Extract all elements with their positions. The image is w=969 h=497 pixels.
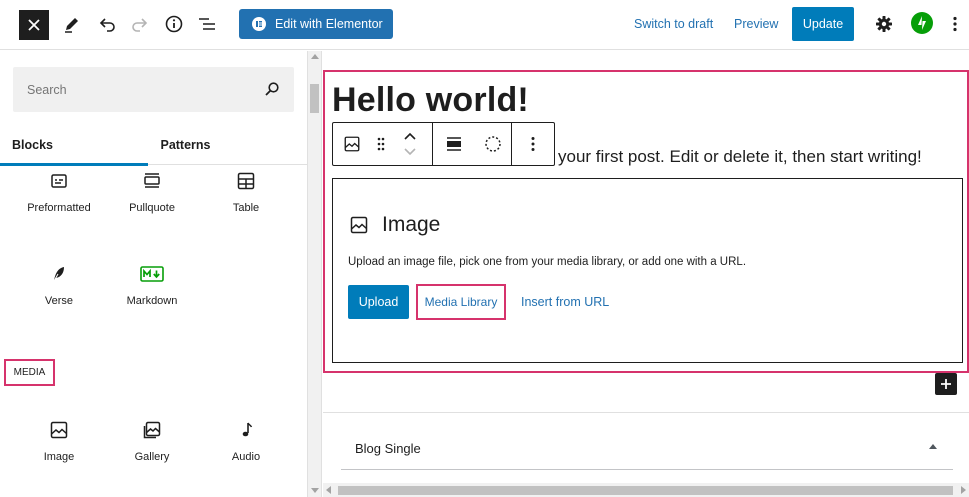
- markdown-icon: [140, 266, 164, 282]
- block-gallery[interactable]: Gallery: [106, 418, 198, 488]
- paragraph-block[interactable]: your first post. Edit or delete it, then…: [558, 147, 922, 167]
- block-label: Pullquote: [129, 202, 175, 214]
- chevron-up-icon[interactable]: [929, 444, 937, 449]
- block-markdown[interactable]: Markdown: [106, 262, 198, 332]
- table-icon: [237, 172, 255, 190]
- scroll-left-arrow[interactable]: [326, 486, 331, 494]
- image-block-instructions: Upload an image file, pick one from your…: [348, 256, 747, 268]
- update-button[interactable]: Update: [792, 7, 854, 41]
- horizontal-scrollbar[interactable]: [323, 483, 969, 497]
- add-block-button[interactable]: [935, 373, 957, 395]
- block-toolbar: [332, 122, 555, 166]
- block-audio[interactable]: Audio: [200, 418, 292, 488]
- upload-button[interactable]: Upload: [348, 285, 409, 319]
- block-image[interactable]: Image: [13, 418, 105, 488]
- switch-to-draft-button[interactable]: Switch to draft: [634, 17, 713, 31]
- image-block-placeholder: Image Upload an image file, pick one fro…: [332, 178, 963, 363]
- move-up-down-buttons[interactable]: [395, 123, 425, 165]
- block-label: Audio: [231, 451, 261, 463]
- tab-blocks[interactable]: Blocks: [0, 125, 148, 166]
- block-verse[interactable]: Verse: [13, 262, 105, 332]
- block-table[interactable]: Table: [200, 169, 292, 239]
- more-vertical-icon: [531, 137, 535, 151]
- list-view-icon: [199, 18, 215, 30]
- inserter-search: [13, 67, 294, 112]
- scroll-right-arrow[interactable]: [961, 486, 966, 494]
- pullquote-icon: [144, 173, 160, 188]
- undo-icon: [99, 18, 115, 32]
- inserter-tabs: Blocks Patterns: [0, 125, 307, 166]
- align-none-icon: [447, 137, 461, 151]
- scrollbar-thumb[interactable]: [338, 486, 953, 495]
- block-type-button[interactable]: [333, 123, 371, 165]
- preformatted-icon: [51, 174, 67, 188]
- jetpack-icon: [918, 16, 926, 30]
- gallery-icon: [143, 421, 161, 439]
- elementor-logo-icon: [252, 17, 266, 31]
- sidebar-scrollbar[interactable]: [308, 51, 322, 497]
- tab-patterns-label: Patterns: [160, 138, 211, 152]
- block-inserter-panel: Blocks Patterns Preformatted Pullquote T…: [0, 51, 308, 497]
- preview-button[interactable]: Preview: [734, 17, 778, 31]
- image-icon: [344, 136, 360, 152]
- gear-icon: [876, 16, 892, 32]
- info-icon: [165, 15, 183, 33]
- search-input[interactable]: [13, 67, 253, 112]
- close-icon: [28, 19, 40, 31]
- block-label: Gallery: [134, 451, 170, 463]
- duotone-icon: [485, 136, 501, 152]
- drag-handle-icon: [377, 137, 385, 151]
- scroll-up-arrow[interactable]: [311, 54, 319, 59]
- block-label: Image: [43, 451, 75, 463]
- edit-with-elementor-label: Edit with Elementor: [275, 17, 383, 31]
- post-title[interactable]: Hello world!: [332, 81, 529, 120]
- block-label: Markdown: [126, 295, 178, 307]
- settings-button[interactable]: [872, 12, 896, 36]
- more-vertical-icon: [953, 16, 957, 32]
- editor-top-bar: Edit with Elementor Switch to draft Prev…: [0, 0, 969, 50]
- options-menu-button[interactable]: [943, 12, 967, 36]
- scroll-down-arrow[interactable]: [311, 488, 319, 493]
- block-label: Verse: [44, 295, 74, 307]
- audio-icon: [242, 422, 253, 437]
- block-label: Table: [232, 202, 260, 214]
- duotone-button[interactable]: [475, 123, 511, 165]
- tab-blocks-label: Blocks: [12, 138, 53, 152]
- verse-icon: [53, 267, 64, 282]
- details-button[interactable]: [162, 12, 186, 36]
- jetpack-button[interactable]: [911, 12, 933, 34]
- edit-with-elementor-button[interactable]: Edit with Elementor: [239, 9, 393, 39]
- insert-from-url-button[interactable]: Insert from URL: [521, 285, 609, 319]
- media-library-button[interactable]: Media Library: [416, 284, 506, 320]
- close-inserter-button[interactable]: [19, 10, 49, 40]
- list-view-button[interactable]: [195, 12, 219, 36]
- search-icon: [265, 82, 279, 96]
- chevron-up-down-icon: [404, 132, 416, 156]
- undo-button[interactable]: [95, 12, 119, 36]
- pencil-icon: [65, 18, 78, 33]
- scrollbar-thumb[interactable]: [310, 84, 319, 113]
- image-icon: [50, 421, 68, 439]
- tools-button[interactable]: [60, 12, 84, 36]
- image-icon: [350, 216, 368, 234]
- redo-button[interactable]: [128, 12, 152, 36]
- meta-box-title[interactable]: Blog Single: [355, 441, 421, 456]
- align-button[interactable]: [433, 123, 475, 165]
- block-preformatted[interactable]: Preformatted: [13, 169, 105, 239]
- tab-patterns[interactable]: Patterns: [148, 125, 223, 165]
- media-category-heading: MEDIA: [4, 359, 55, 386]
- block-options-button[interactable]: [512, 123, 554, 165]
- block-pullquote[interactable]: Pullquote: [106, 169, 198, 239]
- plus-icon: [941, 379, 951, 389]
- redo-icon: [132, 18, 148, 32]
- image-block-title: Image: [382, 213, 441, 236]
- editor-canvas: Hello world! your first post. Edit or de…: [323, 51, 969, 497]
- drag-handle[interactable]: [371, 123, 391, 165]
- block-label: Preformatted: [27, 202, 91, 214]
